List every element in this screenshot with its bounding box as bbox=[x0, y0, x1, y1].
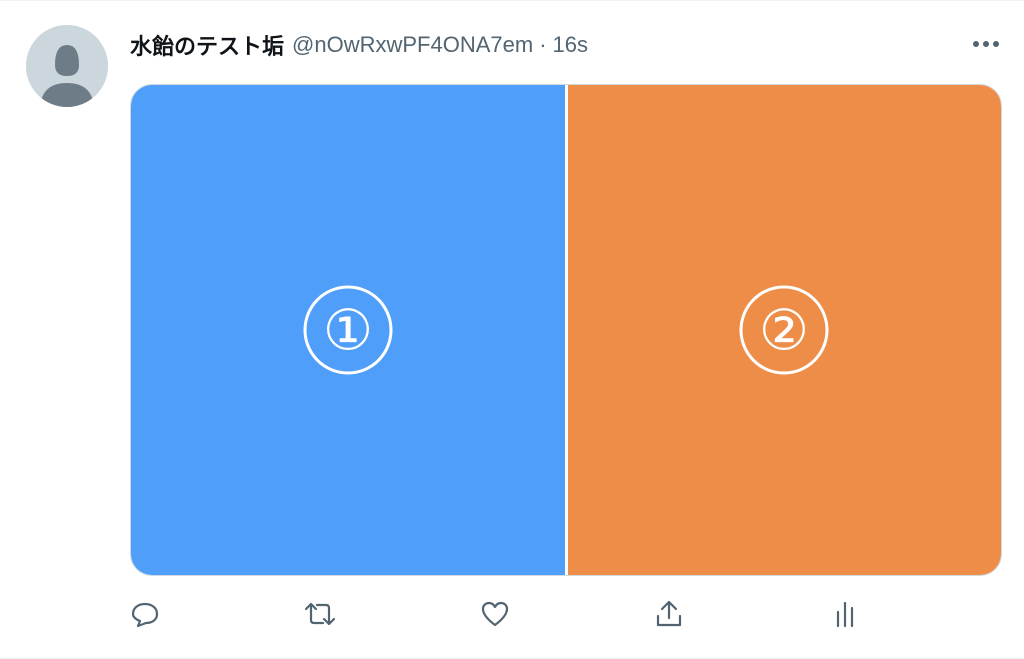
user-handle[interactable]: @nOwRxwPF4ONA7em bbox=[292, 32, 533, 58]
reply-icon bbox=[131, 602, 159, 628]
media-label-1: ① bbox=[323, 299, 373, 362]
media-image-2[interactable]: ② bbox=[564, 85, 1001, 575]
circled-number-1: ① bbox=[303, 285, 393, 375]
media-grid: ① ② bbox=[130, 84, 1002, 576]
media-label-2: ② bbox=[759, 299, 809, 362]
separator-dot: · bbox=[539, 32, 547, 57]
avatar[interactable] bbox=[26, 25, 108, 107]
retweet-button[interactable] bbox=[303, 596, 337, 632]
share-button[interactable] bbox=[654, 596, 684, 632]
action-bar bbox=[130, 596, 890, 632]
reply-button[interactable] bbox=[130, 596, 160, 632]
tweet[interactable]: 水飴のテスト垢 @nOwRxwPF4ONA7em · 16s ① ② bbox=[0, 0, 1024, 659]
more-dots-icon bbox=[973, 41, 999, 47]
tweet-header: 水飴のテスト垢 @nOwRxwPF4ONA7em · 16s bbox=[130, 29, 588, 61]
analytics-icon bbox=[836, 601, 854, 628]
like-button[interactable] bbox=[480, 596, 510, 632]
default-profile-icon bbox=[26, 25, 108, 107]
timestamp[interactable]: 16s bbox=[553, 32, 588, 58]
media-image-1[interactable]: ① bbox=[131, 85, 565, 575]
share-icon bbox=[656, 600, 682, 627]
heart-icon bbox=[481, 601, 509, 627]
circled-number-2: ② bbox=[739, 285, 829, 375]
analytics-button[interactable] bbox=[830, 596, 860, 632]
retweet-icon bbox=[304, 602, 336, 626]
more-button[interactable] bbox=[966, 27, 1006, 61]
display-name[interactable]: 水飴のテスト垢 bbox=[130, 29, 284, 61]
